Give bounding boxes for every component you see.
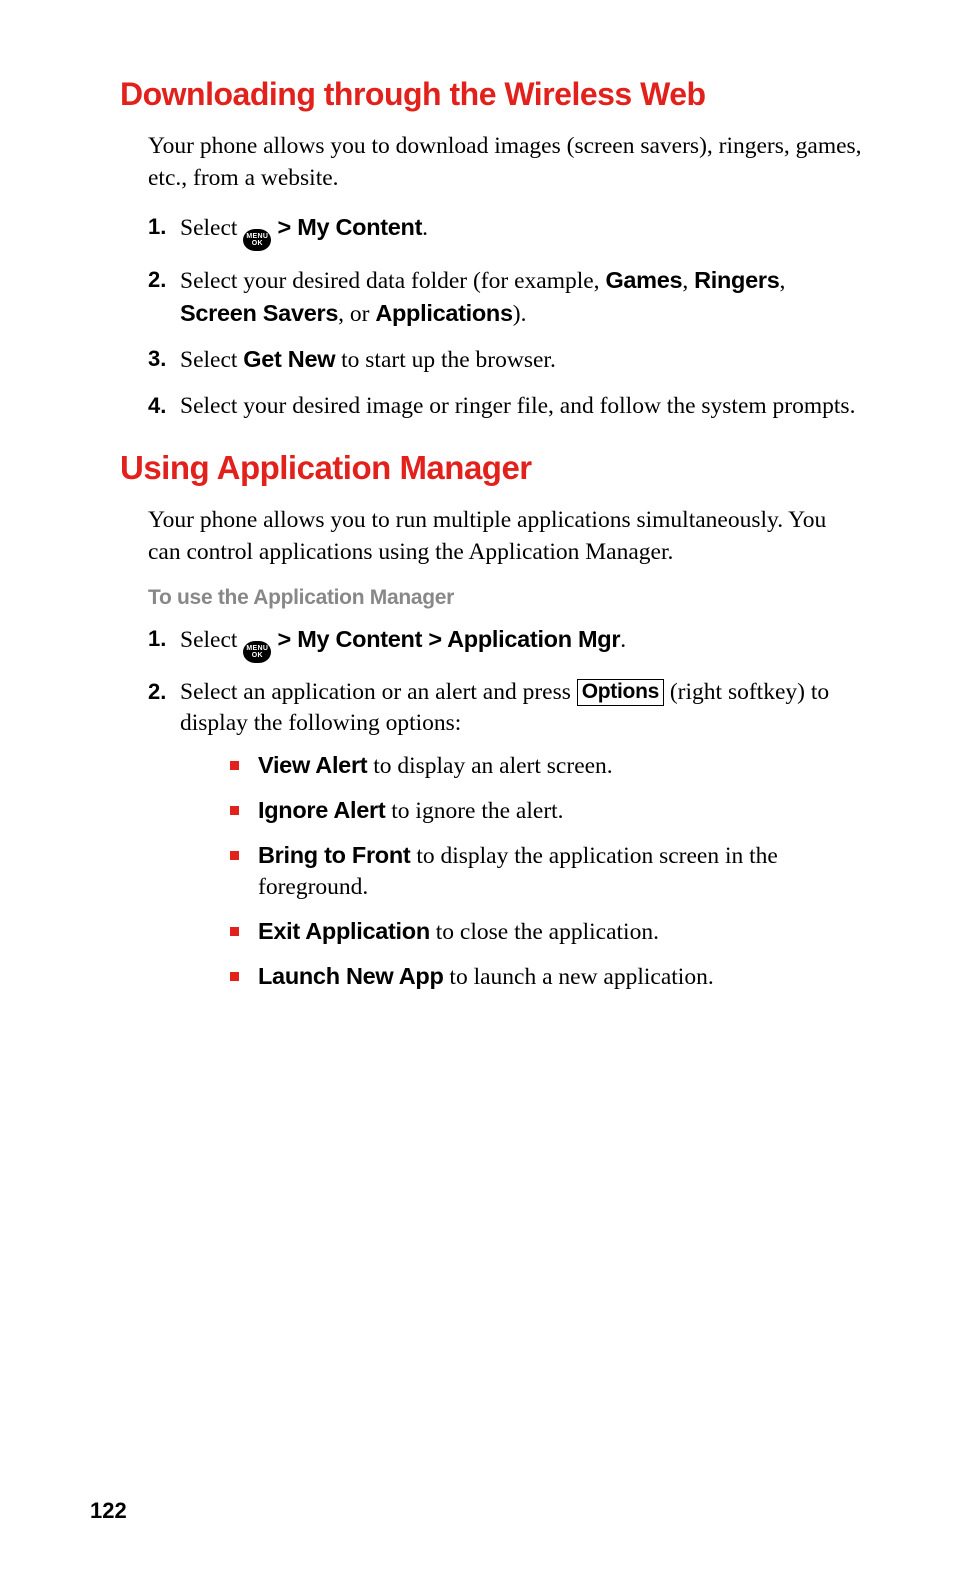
text: to start up the browser. bbox=[335, 347, 556, 373]
text: Select your desired data folder (for exa… bbox=[180, 268, 605, 294]
menu-ok-icon: MENUOK bbox=[243, 229, 271, 251]
section1-steps: Select MENUOK > My Content. Select your … bbox=[148, 212, 864, 422]
bold-gt: > bbox=[422, 626, 447, 652]
text: Select bbox=[180, 627, 243, 653]
bold: Exit Application bbox=[258, 918, 430, 944]
text: , bbox=[779, 268, 785, 294]
bold: View Alert bbox=[258, 752, 367, 778]
section1-step-2: Select your desired data folder (for exa… bbox=[148, 265, 864, 330]
bullet-view-alert: View Alert to display an alert screen. bbox=[230, 750, 864, 783]
text: to launch a new application. bbox=[444, 964, 714, 990]
text: Select your desired image or ringer file… bbox=[180, 393, 855, 419]
section2-subhead: To use the Application Manager bbox=[148, 586, 864, 610]
section1-intro: Your phone allows you to download images… bbox=[148, 131, 864, 194]
bold-my-content: My Content bbox=[297, 214, 422, 240]
text: . bbox=[422, 215, 428, 241]
bullet-ignore-alert: Ignore Alert to ignore the alert. bbox=[230, 795, 864, 828]
section2-step-2: Select an application or an alert and pr… bbox=[148, 677, 864, 994]
bold-applications: Applications bbox=[375, 300, 512, 326]
bold-games: Games bbox=[605, 267, 682, 293]
text: Select an application or an alert and pr… bbox=[180, 679, 577, 705]
text: to display an alert screen. bbox=[367, 753, 612, 779]
section2-intro: Your phone allows you to run multiple ap… bbox=[148, 505, 864, 568]
boxed-options: Options bbox=[577, 679, 664, 706]
text: ). bbox=[513, 301, 527, 327]
bullet-exit-application: Exit Application to close the applicatio… bbox=[230, 916, 864, 949]
bold: Bring to Front bbox=[258, 842, 410, 868]
bold-ringers: Ringers bbox=[694, 267, 779, 293]
bold-my-content: My Content bbox=[297, 626, 422, 652]
text: to ignore the alert. bbox=[385, 798, 563, 824]
bullet-launch-new-app: Launch New App to launch a new applicati… bbox=[230, 961, 864, 994]
bold-gt: > bbox=[271, 214, 297, 240]
text: , bbox=[682, 268, 694, 294]
text: Select bbox=[180, 347, 243, 373]
bold-gt: > bbox=[271, 626, 297, 652]
bold-application-mgr: Application Mgr bbox=[447, 626, 620, 652]
page-number: 122 bbox=[90, 1498, 127, 1524]
bold: Ignore Alert bbox=[258, 797, 385, 823]
section-heading-downloading: Downloading through the Wireless Web bbox=[120, 76, 864, 113]
section-heading-app-manager: Using Application Manager bbox=[120, 449, 864, 487]
section2-steps: Select MENUOK > My Content > Application… bbox=[148, 624, 864, 993]
bullet-bring-to-front: Bring to Front to display the applicatio… bbox=[230, 840, 864, 904]
text: . bbox=[620, 627, 626, 653]
bold-screen-savers: Screen Savers bbox=[180, 300, 338, 326]
section1-step-1: Select MENUOK > My Content. bbox=[148, 212, 864, 251]
section2-step-1: Select MENUOK > My Content > Application… bbox=[148, 624, 864, 663]
section1-step-4: Select your desired image or ringer file… bbox=[148, 391, 864, 423]
section1-step-3: Select Get New to start up the browser. bbox=[148, 344, 864, 377]
text: Select bbox=[180, 215, 243, 241]
menu-ok-icon: MENUOK bbox=[243, 641, 271, 663]
text: to close the application. bbox=[430, 919, 659, 945]
bold-get-new: Get New bbox=[243, 346, 335, 372]
text: , or bbox=[338, 301, 375, 327]
bold: Launch New App bbox=[258, 963, 444, 989]
options-bullets: View Alert to display an alert screen. I… bbox=[230, 750, 864, 993]
